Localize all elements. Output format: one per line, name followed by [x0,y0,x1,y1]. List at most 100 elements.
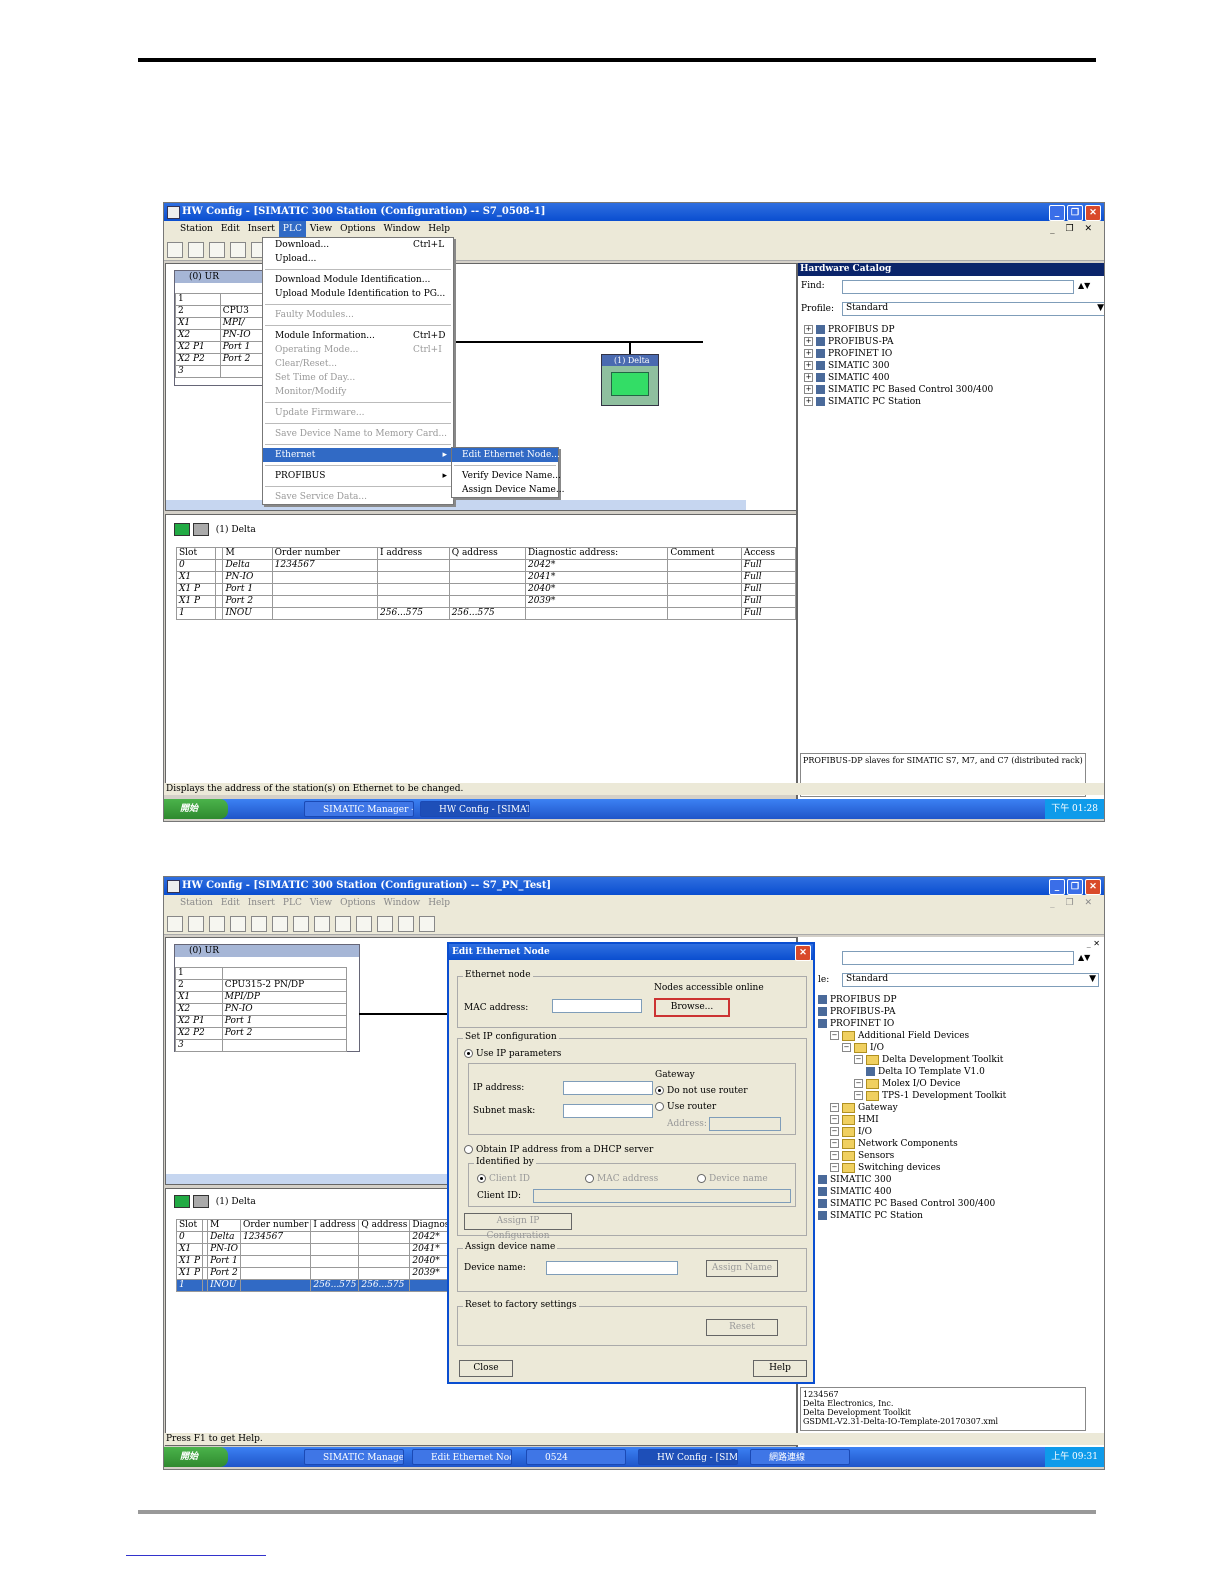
device-name-input[interactable] [546,1261,678,1275]
expand-icon[interactable]: + [804,397,813,406]
close-button[interactable]: Close [459,1360,513,1377]
start-button[interactable]: 開始 [164,1447,228,1467]
catalog-tree-item[interactable]: + SIMATIC 300 [804,360,993,372]
menu-help[interactable]: Help [424,895,454,912]
table-row[interactable]: 0 Delta 1234567 2042* [175,1231,473,1244]
expand-icon[interactable]: + [804,349,813,358]
expand-icon[interactable]: − [830,1139,839,1148]
column-header[interactable]: Slot [176,547,216,560]
browse-button[interactable]: Browse... [654,998,730,1017]
expand-icon[interactable]: − [854,1055,863,1064]
forward-arrow-icon[interactable] [192,523,209,536]
column-header[interactable]: I address [310,1219,360,1232]
help-button[interactable]: Help [753,1360,807,1377]
expand-icon[interactable]: − [830,1031,839,1040]
column-header[interactable]: I address [377,547,450,560]
catalog-tree-item[interactable]: − HMI [818,1114,1006,1126]
task-simatic-manager[interactable]: SIMATIC Manager - S... [304,801,414,817]
catalog-tree-item[interactable]: + SIMATIC PC Station [804,396,993,408]
upload-icon[interactable] [356,916,372,932]
menu-edit[interactable]: Edit [217,895,244,912]
minimize-icon[interactable]: _ [1049,879,1065,895]
catalog-tree-item[interactable]: SIMATIC PC Based Control 300/400 [818,1198,1006,1210]
catalog-tree-item[interactable]: − Additional Field Devices [818,1030,1006,1042]
catalog-tree-item[interactable]: − Molex I/O Device [818,1078,1006,1090]
plc-menu-item[interactable]: Clear/Reset... [263,357,453,371]
rack-row[interactable]: 2 CPU3 [175,305,268,318]
expand-icon[interactable]: − [854,1079,863,1088]
new-icon[interactable] [167,916,183,932]
menu-view[interactable]: View [306,221,336,238]
dhcp-radio[interactable]: Obtain IP address from a DHCP server [464,1145,653,1155]
print-icon[interactable] [272,916,288,932]
column-header[interactable]: Q address [448,547,526,560]
catalog-tree-item[interactable]: + SIMATIC 400 [804,372,993,384]
ip-address-input[interactable] [563,1081,653,1095]
profile-select[interactable]: Standard ▼ [842,973,1099,987]
plc-menu-item[interactable]: Upload Module Identification to PG... [263,287,453,301]
catalog-window-controls[interactable]: _ ✕ [1087,939,1100,948]
restore-icon[interactable]: ❐ [1067,879,1083,895]
reset-button[interactable]: Reset [706,1319,778,1336]
client-id-radio[interactable]: Client ID [477,1174,530,1184]
menu-help[interactable]: Help [424,221,454,238]
column-header[interactable]: M [207,1219,241,1232]
plc-menu-item[interactable]: Download Module Identification... [263,273,453,287]
rack-row[interactable]: X1 MPI/DP [175,991,348,1004]
find-input[interactable] [842,951,1074,965]
network-icon[interactable] [209,916,225,932]
plc-menu-item[interactable]: PROFIBUS ▸ [263,469,453,483]
catalog-tree-item[interactable]: − Gateway [818,1102,1006,1114]
menu-station[interactable]: Station [164,895,217,912]
expand-icon[interactable]: − [830,1151,839,1160]
menu-window[interactable]: Window [380,895,425,912]
table-row[interactable]: 1 INOU 256...575 256...575 Full [176,607,797,620]
expand-icon[interactable]: + [804,361,813,370]
close-icon[interactable]: ✕ [1085,879,1101,895]
no-router-radio[interactable]: Do not use router [655,1086,748,1096]
menu-view[interactable]: View [306,895,336,912]
column-header[interactable]: Q address [358,1219,411,1232]
menu-plc[interactable]: PLC [278,221,306,238]
catalog-tree-item[interactable]: − Switching devices [818,1162,1006,1174]
use-ip-radio[interactable]: Use IP parameters [464,1049,561,1059]
client-id-input[interactable] [533,1189,791,1203]
use-router-radio[interactable]: Use router [655,1102,716,1112]
catalog-tree-item[interactable]: SIMATIC 400 [818,1186,1006,1198]
column-header[interactable]: Diagnostic address: [524,547,669,560]
catalog-icon[interactable] [377,916,393,932]
task-hw-config[interactable]: HW Config - [SIMAT... [420,801,530,817]
download-icon[interactable] [335,916,351,932]
rack-row[interactable]: X2 P1 Port 1 [175,341,268,354]
minimize-icon[interactable]: _ [1049,205,1065,221]
table-row[interactable]: X1 P Port 2 2039* Full [176,595,797,608]
rack-row[interactable]: X2 P2 Port 2 [175,353,268,366]
rack-row[interactable]: X2 P1 Port 1 [175,1015,348,1028]
plc-menu-item[interactable]: Module Information... Ctrl+D [263,329,453,343]
catalog-tree-item[interactable]: − I/O [818,1126,1006,1138]
catalog-tree-item[interactable]: − Delta Development Toolkit [818,1054,1006,1066]
find-button-icons[interactable]: ▲▼ [1078,952,1090,962]
start-button[interactable]: 開始 [164,799,228,819]
menu-insert[interactable]: Insert [244,221,279,238]
network-icon[interactable] [209,242,225,258]
expand-icon[interactable]: + [804,385,813,394]
rack-row[interactable]: 3 [175,1039,348,1052]
menu-window[interactable]: Window [380,221,425,238]
menu-insert[interactable]: Insert [244,895,279,912]
menu-station[interactable]: Station [164,221,217,238]
dialog-close-icon[interactable]: ✕ [795,945,811,961]
rack-row[interactable]: X2 P2 Port 2 [175,1027,348,1040]
expand-icon[interactable]: + [804,325,813,334]
table-row[interactable]: X1 PN-IO 2041* [175,1243,473,1256]
table-row[interactable]: 1 INOU 256...575 256...575 [175,1279,473,1292]
expand-icon[interactable]: − [854,1091,863,1100]
task-edit-ethernet-node[interactable]: Edit Ethernet Node J... [412,1449,512,1465]
task-hw-config[interactable]: HW Config - [SIMA... [638,1449,738,1465]
ethernet-submenu-item[interactable]: Assign Device Name... [452,483,564,497]
plc-menu-item[interactable]: Operating Mode... Ctrl+I [263,343,453,357]
expand-icon[interactable]: + [804,337,813,346]
catalog-tree-item[interactable]: PROFINET IO [818,1018,1006,1030]
open-icon[interactable] [188,916,204,932]
restore-icon[interactable]: ❐ [1067,205,1083,221]
